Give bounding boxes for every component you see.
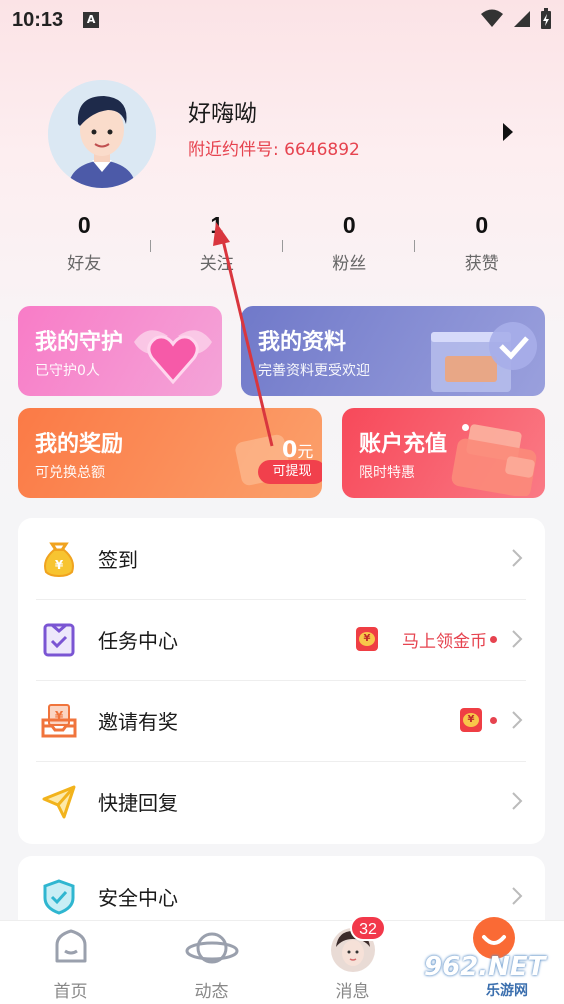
- tab-label: 动态: [194, 982, 229, 1002]
- status-bar: 10:13 A: [0, 0, 564, 40]
- red-packet-icon: ¥: [460, 708, 482, 732]
- signal-icon: [514, 11, 530, 27]
- profile-header[interactable]: 好嗨呦 附近约伴号: 6646892: [48, 80, 538, 190]
- stat-label: 获赞: [464, 254, 499, 274]
- stat-divider: [414, 240, 415, 252]
- card-title: 我的奖励: [35, 432, 124, 457]
- menu-list: ¥ 签到 任务中心 ¥ 马上领金币 ¥ 邀请有奖 ¥ 快捷回复: [18, 518, 545, 844]
- stat-label: 粉丝: [332, 254, 367, 274]
- menu-item-checkin[interactable]: ¥ 签到: [18, 518, 545, 599]
- stat-friends[interactable]: 0 好友: [18, 212, 151, 282]
- my-guard-card[interactable]: 我的守护 已守护0人: [18, 306, 222, 396]
- menu-item-quick-reply[interactable]: 快捷回复: [18, 761, 545, 842]
- stat-label: 关注: [199, 254, 234, 274]
- stat-divider: [150, 240, 151, 252]
- menu-label: 安全中心: [98, 886, 178, 910]
- card-title: 我的资料: [258, 330, 347, 355]
- status-icons: [480, 8, 552, 30]
- money-bag-icon: ¥: [44, 542, 74, 578]
- messages-unread-badge: 32: [350, 915, 386, 941]
- stat-divider: [282, 240, 283, 252]
- chevron-right-icon: [512, 792, 523, 810]
- site-watermark: 962.NET 乐游网: [424, 952, 564, 1004]
- notification-dot: [462, 424, 469, 431]
- menu-label: 签到: [98, 548, 138, 572]
- chevron-right-icon: [512, 711, 523, 729]
- stat-likes[interactable]: 0 获赞: [416, 212, 549, 282]
- menu-label: 邀请有奖: [98, 710, 178, 734]
- stat-value: 1: [210, 212, 224, 238]
- tab-label: 首页: [53, 982, 88, 1002]
- nickname: 好嗨呦: [188, 101, 257, 127]
- wallet-icon: [451, 424, 537, 496]
- tab-label: 消息: [335, 982, 370, 1002]
- gift-tray-icon: ¥: [41, 704, 77, 738]
- my-profile-card[interactable]: 我的资料 完善资料更受欢迎: [241, 306, 545, 396]
- notification-dot: [490, 636, 497, 643]
- paper-plane-icon: [42, 785, 76, 819]
- task-clipboard-icon: [43, 623, 75, 657]
- stat-fans[interactable]: 0 粉丝: [283, 212, 416, 282]
- notification-dot: [490, 717, 497, 724]
- battery-icon: [541, 8, 551, 29]
- stat-value: 0: [342, 212, 356, 238]
- planet-icon: [185, 932, 238, 964]
- notification-icon: A: [83, 12, 100, 28]
- tab-moments[interactable]: 动态: [141, 921, 282, 1004]
- card-subtitle: 限时特惠: [359, 465, 415, 481]
- card-title: 我的守护: [35, 330, 124, 355]
- card-subtitle: 完善资料更受欢迎: [258, 363, 370, 379]
- home-icon: [55, 929, 86, 963]
- tasks-promo-text: 马上领金币: [402, 632, 487, 652]
- avatar-illustration: [48, 80, 156, 188]
- nearby-id: 附近约伴号: 6646892: [188, 140, 360, 160]
- stat-label: 好友: [67, 254, 102, 274]
- stat-following[interactable]: 1 关注: [151, 212, 284, 282]
- card-title: 账户充值: [359, 432, 448, 457]
- watermark-sub: 乐游网: [486, 983, 528, 999]
- chevron-right-icon: [512, 549, 523, 567]
- svg-text:¥: ¥: [55, 558, 64, 572]
- stat-value: 0: [475, 212, 489, 238]
- winged-heart-icon: [134, 330, 212, 385]
- menu-label: 快捷回复: [98, 791, 178, 815]
- profile-document-icon: [431, 322, 537, 392]
- recharge-card[interactable]: 账户充值 限时特惠: [342, 408, 545, 498]
- menu-label: 任务中心: [98, 629, 178, 653]
- avatar[interactable]: [48, 80, 156, 188]
- shield-icon: [43, 879, 75, 915]
- chevron-right-icon: [512, 630, 523, 648]
- withdraw-button[interactable]: 可提现: [258, 460, 322, 484]
- menu-item-tasks[interactable]: 任务中心 ¥ 马上领金币: [18, 599, 545, 680]
- watermark-main: 962.NET: [424, 952, 546, 982]
- profile-arrow-icon[interactable]: [500, 120, 516, 144]
- status-time: 10:13: [12, 8, 64, 31]
- menu-item-invite[interactable]: ¥ 邀请有奖 ¥: [18, 680, 545, 761]
- reward-amount-unit: 元: [297, 442, 314, 461]
- my-reward-card[interactable]: 我的奖励 可兑换总额 0元 可提现: [18, 408, 322, 498]
- tab-home[interactable]: 首页: [0, 921, 141, 1004]
- card-subtitle: 可兑换总额: [35, 465, 105, 481]
- stat-value: 0: [77, 212, 91, 238]
- chevron-right-icon: [512, 887, 523, 905]
- wifi-icon: [481, 9, 503, 27]
- red-packet-icon: ¥: [356, 627, 378, 651]
- card-subtitle: 已守护0人: [35, 363, 100, 379]
- stats-row: 0 好友 1 关注 0 粉丝 0 获赞: [18, 212, 548, 282]
